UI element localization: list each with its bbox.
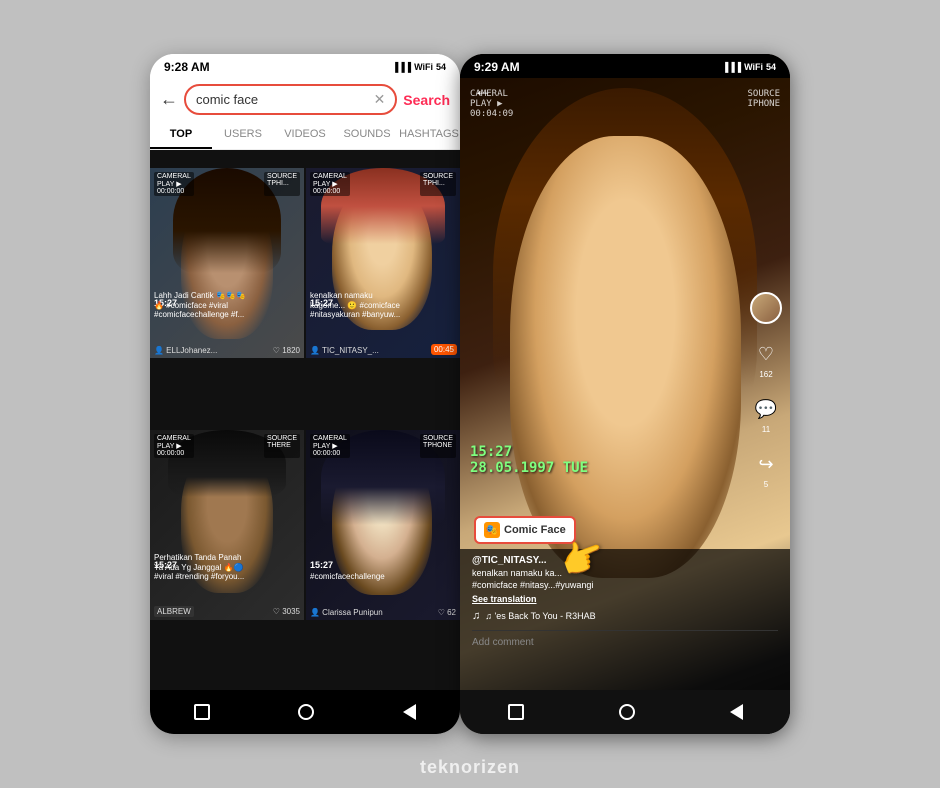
overlay-source-3: SOURCETHERE [264, 434, 300, 458]
status-time-right: 9:29 AM [474, 60, 520, 74]
video-user-4: 👤 Clarissa Punipun [310, 608, 383, 617]
like-count-4: ♡ 62 [438, 608, 456, 617]
status-time-left: 9:28 AM [164, 60, 210, 74]
video-footer-1: 👤 ELLJohanez... ♡ 1820 [154, 346, 300, 355]
like-count-right: 162 [759, 370, 772, 379]
video-caption-3: Perhatikan Tanda PanahYa Ada Yg Janggal … [154, 553, 300, 582]
bottom-bar-left [150, 690, 460, 734]
video-cell-2[interactable]: CAMERALPLAY ▶00:00:00 SOURCETPHI... 15:2… [306, 168, 460, 358]
overlay-camera-4: CAMERALPLAY ▶00:00:00 [310, 434, 350, 458]
music-title: ♫ 'es Back To You - R3HAB [485, 611, 595, 621]
nav-circle-left[interactable] [298, 704, 314, 720]
see-translation-btn[interactable]: See translation [472, 594, 778, 604]
avatar [750, 292, 782, 324]
clear-button[interactable]: ✕ [374, 91, 386, 108]
video-overlay-info-4: CAMERALPLAY ▶00:00:00 SOURCETPHONE [310, 434, 456, 458]
tab-videos[interactable]: VIDEOS [274, 121, 336, 149]
video-overlay-info-2: CAMERALPLAY ▶00:00:00 SOURCETPHI... [310, 172, 456, 196]
like-button[interactable]: ♡ 162 [750, 338, 782, 379]
video-cell-1[interactable]: CAMERALPLAY ▶00:00:00 SOURCETPHI... 15:2… [150, 168, 304, 358]
video-overlay-info-3: CAMERALPLAY ▶00:00:00 SOURCETHERE [154, 434, 300, 458]
share-icon: ↪ [750, 448, 782, 480]
comment-count: 11 [762, 425, 770, 434]
overlay-source-1: SOURCETPHI... [264, 172, 300, 196]
comic-face-badge[interactable]: 🎭 Comic Face [474, 516, 576, 544]
nav-square-left[interactable] [194, 704, 210, 720]
nav-circle-right[interactable] [619, 704, 635, 720]
video-caption-4: #comicfacechallenge [310, 572, 456, 582]
status-bar-left: 9:28 AM ▐▐▐ WiFi 54 [150, 54, 460, 78]
right-actions: ♡ 162 💬 11 ↪ 5 [750, 292, 782, 489]
like-count-3: ♡ 3035 [273, 607, 300, 616]
vf-face [510, 136, 741, 578]
video-user-3: ALBREW [154, 606, 194, 617]
video-username: @TIC_NITASY... [472, 555, 778, 566]
status-bar-right: 9:29 AM ▐▐▐ WiFi 54 [460, 54, 790, 78]
tab-users[interactable]: USERS [212, 121, 274, 149]
overlay-source-4: SOURCETPHONE [420, 434, 456, 458]
nav-triangle-right[interactable] [730, 704, 743, 720]
signal-icon-right: ▐▐▐ [722, 62, 741, 72]
video-caption-right: kenalkan namaku ka... #comicface #nitasy… [472, 568, 778, 591]
share-button[interactable]: ↪ 5 [750, 448, 782, 489]
comment-button[interactable]: 💬 11 [750, 393, 782, 434]
overlay-camera-1: CAMERALPLAY ▶00:00:00 [154, 172, 194, 196]
video-fullscreen: CAMERALPLAY ▶00:04:09 SOURCEIPHONE 15:27… [460, 54, 790, 734]
search-button[interactable]: Search [403, 92, 450, 108]
video-cell-3[interactable]: CAMERALPLAY ▶00:00:00 SOURCETHERE 15:27 … [150, 430, 304, 620]
video-grid: CAMERALPLAY ▶00:00:00 SOURCETPHI... 15:2… [150, 168, 460, 690]
search-input[interactable] [196, 92, 374, 107]
caption-line1: kenalkan namaku ka... [472, 568, 562, 578]
dark-strip [150, 150, 460, 168]
right-phone: 9:29 AM ▐▐▐ WiFi 54 ← CAMERALPLAY ▶00:04… [460, 54, 790, 734]
tabs-row: TOP USERS VIDEOS SOUNDS HASHTAGS [150, 121, 460, 150]
music-note-icon: ♫ [472, 610, 480, 622]
video-footer-4: 👤 Clarissa Punipun ♡ 62 [310, 608, 456, 617]
bottom-bar-right [460, 690, 790, 734]
vf-timestamp: 15:2728.05.1997 TUE [470, 444, 588, 476]
nav-triangle-left[interactable] [403, 704, 416, 720]
video-duration-4: 15:27 [310, 560, 333, 570]
comic-face-filter-icon: 🎭 [484, 522, 500, 538]
video-user-1: 👤 ELLJohanez... [154, 346, 217, 355]
video-user-2: 👤 TIC_NITASY_... [310, 346, 379, 355]
status-icons-right: ▐▐▐ WiFi 54 [722, 62, 776, 72]
video-footer-3: ALBREW ♡ 3035 [154, 606, 300, 617]
left-phone: 9:28 AM ▐▐▐ WiFi 54 ← ✕ Search TOP USERS… [150, 54, 460, 734]
like-count-1: ♡ 1820 [273, 346, 300, 355]
overlay-camera-3: CAMERALPLAY ▶00:00:00 [154, 434, 194, 458]
search-input-wrapper: ✕ [184, 84, 397, 115]
music-row: ♫ ♫ 'es Back To You - R3HAB [472, 610, 778, 622]
battery-icon: 54 [436, 62, 446, 72]
comic-face-label: Comic Face [504, 524, 566, 536]
nav-square-right[interactable] [508, 704, 524, 720]
tab-sounds[interactable]: SOUNDS [336, 121, 398, 149]
search-bar: ← ✕ Search [150, 78, 460, 121]
video-caption-2: kenalkan namakukagome... 🙂 #comicface#ni… [310, 291, 456, 320]
back-button-left[interactable]: ← [160, 89, 178, 110]
share-count: 5 [764, 480, 768, 489]
tab-hashtags[interactable]: HASHTAGS [398, 121, 460, 149]
video-badge-2: 00:45 [431, 344, 457, 355]
wifi-icon-right: WiFi [744, 62, 763, 72]
battery-icon-right: 54 [766, 62, 776, 72]
signal-icon: ▐▐▐ [392, 62, 411, 72]
video-caption-1: Lahh Jadi Cantik 🎭🎭🎭🔥 #comicface #viral#… [154, 291, 300, 320]
video-overlay-info-1: CAMERALPLAY ▶00:00:00 SOURCETPHI... [154, 172, 300, 196]
overlay-source-2: SOURCETPHI... [420, 172, 456, 196]
add-comment-row[interactable]: Add comment [472, 630, 778, 648]
vf-overlay-top-right: SOURCEIPHONE [747, 89, 780, 109]
watermark: teknorizen [420, 757, 520, 778]
add-comment-label: Add comment [472, 637, 534, 648]
tab-top[interactable]: TOP [150, 121, 212, 149]
status-icons-left: ▐▐▐ WiFi 54 [392, 62, 446, 72]
video-cell-4[interactable]: CAMERALPLAY ▶00:00:00 SOURCETPHONE 15:27… [306, 430, 460, 620]
avatar-btn[interactable] [750, 292, 782, 324]
heart-icon: ♡ [750, 338, 782, 370]
overlay-camera-2: CAMERALPLAY ▶00:00:00 [310, 172, 350, 196]
wifi-icon: WiFi [414, 62, 433, 72]
back-button-right[interactable]: ← [474, 80, 492, 101]
comment-icon: 💬 [750, 393, 782, 425]
